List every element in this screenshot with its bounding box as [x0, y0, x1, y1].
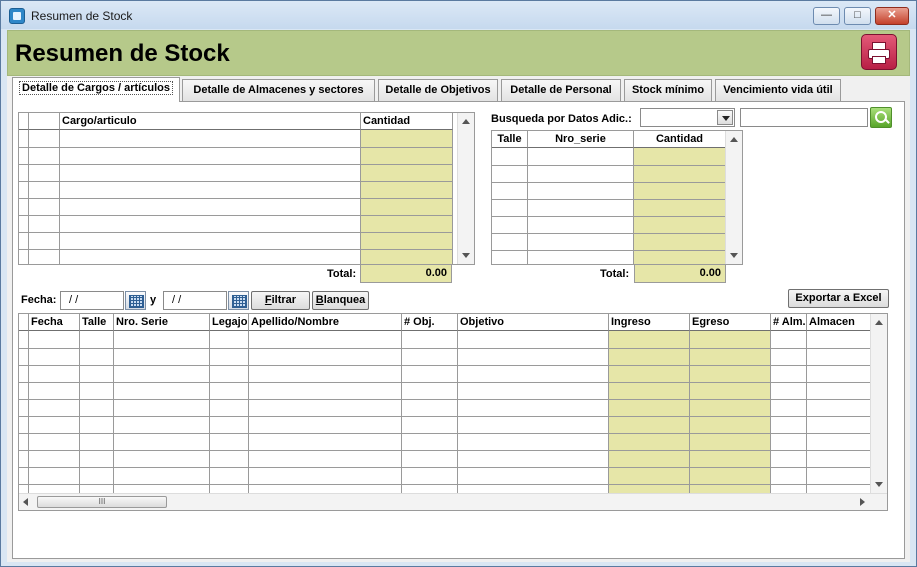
- tab-vencimiento-vida-util[interactable]: Vencimiento vida útil: [715, 79, 841, 101]
- export-excel-button[interactable]: Exportar a Excel: [788, 289, 889, 308]
- column-header-almacen[interactable]: Almacen: [807, 314, 871, 331]
- cargos-total-value: 0.00: [360, 264, 452, 283]
- talle-grid[interactable]: Talle Nro_serie Cantidad: [491, 130, 743, 265]
- scroll-up-icon[interactable]: [730, 137, 738, 142]
- column-header-nro-serie-mov[interactable]: Nro. Serie: [114, 314, 210, 331]
- column-header-objetivo[interactable]: Objetivo: [458, 314, 609, 331]
- column-header-apellido-nombre[interactable]: Apellido/Nombre: [249, 314, 402, 331]
- column-header-ingreso[interactable]: Ingreso: [609, 314, 690, 331]
- tab-cargos-articulos[interactable]: Detalle de Cargos / artículos: [12, 77, 180, 102]
- maximize-button[interactable]: □: [844, 7, 871, 25]
- scroll-up-icon[interactable]: [462, 119, 470, 124]
- talle-total-label: Total:: [600, 268, 630, 280]
- scroll-right-icon[interactable]: [860, 498, 865, 506]
- busqueda-label: Busqueda por Datos Adic.:: [491, 113, 632, 125]
- print-button[interactable]: [861, 34, 897, 70]
- column-header-num-obj[interactable]: # Obj.: [402, 314, 458, 331]
- column-header-talle-mov[interactable]: Talle: [80, 314, 114, 331]
- column-header-legajo[interactable]: Legajo: [210, 314, 249, 331]
- page-title: Resumen de Stock: [15, 40, 230, 67]
- cargos-total-label: Total:: [327, 268, 357, 280]
- column-header-fecha[interactable]: Fecha: [29, 314, 80, 331]
- busqueda-input[interactable]: [740, 108, 868, 127]
- tab-panel-cargos: Cargo/articulo Cantidad Total: 0.00 Busq…: [12, 101, 905, 559]
- fecha-label: Fecha:: [21, 294, 57, 306]
- chevron-down-icon[interactable]: [717, 110, 733, 125]
- tab-almacenes-sectores[interactable]: Detalle de Almacenes y sectores: [182, 79, 375, 101]
- movements-vertical-scrollbar[interactable]: [870, 314, 887, 493]
- tab-objetivos[interactable]: Detalle de Objetivos: [378, 79, 498, 101]
- window-title: Resumen de Stock: [31, 9, 133, 23]
- app-icon: [9, 8, 25, 24]
- column-header-cantidad-talle[interactable]: Cantidad: [634, 131, 726, 148]
- column-header-egreso[interactable]: Egreso: [690, 314, 771, 331]
- talle-vertical-scrollbar[interactable]: [725, 131, 742, 264]
- scroll-down-icon[interactable]: [462, 253, 470, 258]
- cargos-grid[interactable]: Cargo/articulo Cantidad: [18, 112, 475, 265]
- calendar-to-button[interactable]: [228, 291, 249, 310]
- tab-personal[interactable]: Detalle de Personal: [501, 79, 621, 101]
- blanquea-button[interactable]: Blanquea: [312, 291, 369, 310]
- talle-total-value: 0.00: [634, 264, 726, 283]
- date-to-input[interactable]: / /: [163, 291, 227, 310]
- cargos-vertical-scrollbar[interactable]: [457, 113, 474, 264]
- movements-grid[interactable]: Fecha Talle Nro. Serie Legajo Apellido/N…: [18, 313, 888, 511]
- busqueda-combo[interactable]: [640, 108, 735, 127]
- scroll-down-icon[interactable]: [875, 482, 883, 487]
- column-header-talle[interactable]: Talle: [492, 131, 528, 148]
- column-header-cantidad[interactable]: Cantidad: [361, 113, 453, 130]
- search-button[interactable]: [870, 107, 892, 128]
- horizontal-scroll-thumb[interactable]: III: [37, 496, 167, 508]
- calendar-from-button[interactable]: [125, 291, 146, 310]
- column-header-num-alm[interactable]: # Alm.: [771, 314, 807, 331]
- scroll-left-icon[interactable]: [23, 498, 28, 506]
- minimize-button[interactable]: —: [813, 7, 840, 25]
- application-window: Resumen de Stock — □ ✕ Resumen de Stock …: [0, 0, 917, 567]
- date-from-input[interactable]: / /: [60, 291, 124, 310]
- content-area: Detalle de Cargos / artículos Detalle de…: [7, 76, 910, 562]
- scroll-up-icon[interactable]: [875, 320, 883, 325]
- header-band: Resumen de Stock: [7, 30, 910, 76]
- filtrar-button[interactable]: Filtrar: [251, 291, 310, 310]
- column-header-nro-serie[interactable]: Nro_serie: [528, 131, 634, 148]
- scroll-down-icon[interactable]: [730, 253, 738, 258]
- column-header-cargo[interactable]: Cargo/articulo: [60, 113, 361, 130]
- cantidad-column: [361, 130, 453, 264]
- title-bar: Resumen de Stock — □ ✕: [1, 1, 916, 29]
- date-range-and-label: y: [150, 294, 157, 306]
- close-button[interactable]: ✕: [875, 7, 909, 25]
- movements-horizontal-scrollbar[interactable]: III: [19, 493, 887, 510]
- tab-stock-minimo[interactable]: Stock mínimo: [624, 79, 712, 101]
